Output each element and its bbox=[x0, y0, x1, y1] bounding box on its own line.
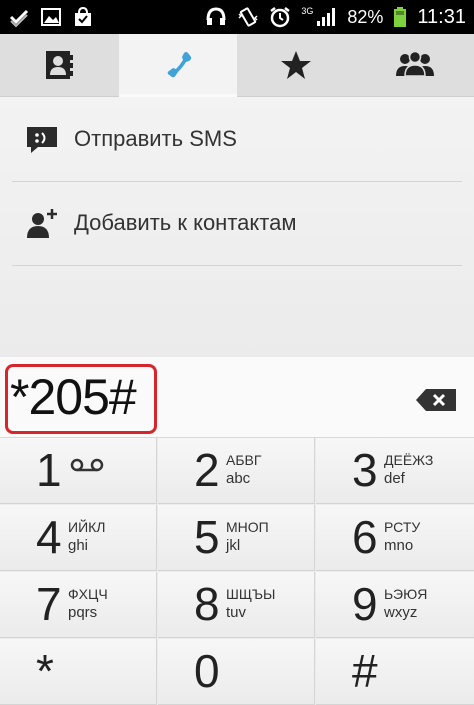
key-cyrillic-letters: АБВГ bbox=[226, 452, 261, 468]
key-2[interactable]: 2 АБВГ abc bbox=[158, 438, 315, 504]
alarm-clock-icon bbox=[269, 6, 291, 28]
star-icon bbox=[279, 48, 313, 82]
status-bar-left bbox=[8, 6, 94, 28]
key-7[interactable]: 7 ФХЦЧ pqrs bbox=[0, 572, 157, 638]
key-3[interactable]: 3 ДЕЁЖЗ def bbox=[316, 438, 474, 504]
key-cyrillic-letters: МНОП bbox=[226, 519, 269, 535]
key-latin-letters: mno bbox=[384, 537, 413, 554]
key-digit: 9 bbox=[352, 576, 378, 632]
backspace-icon[interactable] bbox=[414, 387, 458, 413]
key-digit: 8 bbox=[194, 576, 220, 632]
tab-bar bbox=[0, 34, 474, 97]
headset-icon bbox=[205, 6, 227, 28]
key-8[interactable]: 8 ШЩЪЫ tuv bbox=[158, 572, 315, 638]
tab-groups[interactable] bbox=[356, 34, 474, 96]
key-cyrillic-letters: ИЙКЛ bbox=[68, 519, 105, 535]
key-latin-letters: jkl bbox=[226, 537, 240, 554]
gallery-icon bbox=[40, 6, 62, 28]
add-to-contacts-label: Добавить к контактам bbox=[74, 210, 296, 236]
key-digit: 5 bbox=[194, 509, 220, 565]
status-bar-right: 3G 82% 11:31 bbox=[205, 6, 466, 29]
notification-check-icon bbox=[8, 6, 30, 28]
key-latin-letters: tuv bbox=[226, 604, 246, 621]
key-5[interactable]: 5 МНОП jkl bbox=[158, 505, 315, 571]
key-hash[interactable]: # bbox=[316, 639, 474, 705]
shopping-bag-icon bbox=[72, 6, 94, 28]
key-cyrillic-letters: ДЕЁЖЗ bbox=[384, 452, 433, 468]
clock-time: 11:31 bbox=[417, 6, 466, 29]
sms-icon bbox=[24, 121, 60, 157]
key-latin-letters: def bbox=[384, 470, 405, 487]
dial-input-bar: *205# bbox=[0, 357, 474, 438]
signal-strength-icon bbox=[315, 6, 337, 28]
key-cyrillic-letters: ФХЦЧ bbox=[68, 586, 108, 602]
vibrate-icon bbox=[237, 6, 259, 28]
key-star[interactable]: * bbox=[0, 639, 157, 705]
key-digit: 7 bbox=[36, 576, 62, 632]
status-bar: 3G 82% 11:31 bbox=[0, 0, 474, 34]
send-sms-action[interactable]: Отправить SMS bbox=[12, 97, 462, 182]
key-digit: 2 bbox=[194, 442, 220, 498]
phone-icon bbox=[158, 45, 198, 85]
key-latin-letters: wxyz bbox=[384, 604, 417, 621]
tab-favorites[interactable] bbox=[237, 34, 356, 96]
key-digit: 4 bbox=[36, 509, 62, 565]
key-digit: 6 bbox=[352, 509, 378, 565]
contacts-book-icon bbox=[42, 48, 76, 82]
key-9[interactable]: 9 ЬЭЮЯ wxyz bbox=[316, 572, 474, 638]
key-0[interactable]: 0 bbox=[158, 639, 315, 705]
key-digit: # bbox=[352, 643, 378, 699]
key-latin-letters: ghi bbox=[68, 537, 88, 554]
battery-icon bbox=[393, 6, 407, 28]
network-type-label: 3G bbox=[301, 6, 313, 16]
dial-keypad: 1 2 АБВГ abc 3 ДЕЁЖЗ def 4 ИЙКЛ ghi 5 МН… bbox=[0, 438, 474, 668]
add-to-contacts-action[interactable]: Добавить к контактам bbox=[12, 181, 462, 266]
key-digit: 3 bbox=[352, 442, 378, 498]
dialed-number-field[interactable]: *205# bbox=[10, 367, 136, 427]
add-contact-icon bbox=[24, 205, 60, 241]
key-cyrillic-letters: РСТУ bbox=[384, 519, 420, 535]
groups-icon bbox=[393, 48, 437, 82]
send-sms-label: Отправить SMS bbox=[74, 126, 237, 152]
action-list: Отправить SMS Добавить к контактам bbox=[0, 97, 474, 357]
key-cyrillic-letters: ШЩЪЫ bbox=[226, 586, 275, 602]
key-digit: 1 bbox=[36, 442, 62, 498]
tab-contacts[interactable] bbox=[0, 34, 119, 96]
key-digit: * bbox=[36, 643, 54, 699]
tab-phone[interactable] bbox=[119, 34, 238, 96]
battery-percent: 82% bbox=[347, 7, 383, 28]
key-latin-letters: pqrs bbox=[68, 604, 97, 621]
key-latin-letters: abc bbox=[226, 470, 250, 487]
key-cyrillic-letters: ЬЭЮЯ bbox=[384, 586, 427, 602]
key-4[interactable]: 4 ИЙКЛ ghi bbox=[0, 505, 157, 571]
key-digit: 0 bbox=[194, 643, 220, 699]
key-1[interactable]: 1 bbox=[0, 438, 157, 504]
key-6[interactable]: 6 РСТУ mno bbox=[316, 505, 474, 571]
voicemail-icon bbox=[70, 458, 104, 472]
